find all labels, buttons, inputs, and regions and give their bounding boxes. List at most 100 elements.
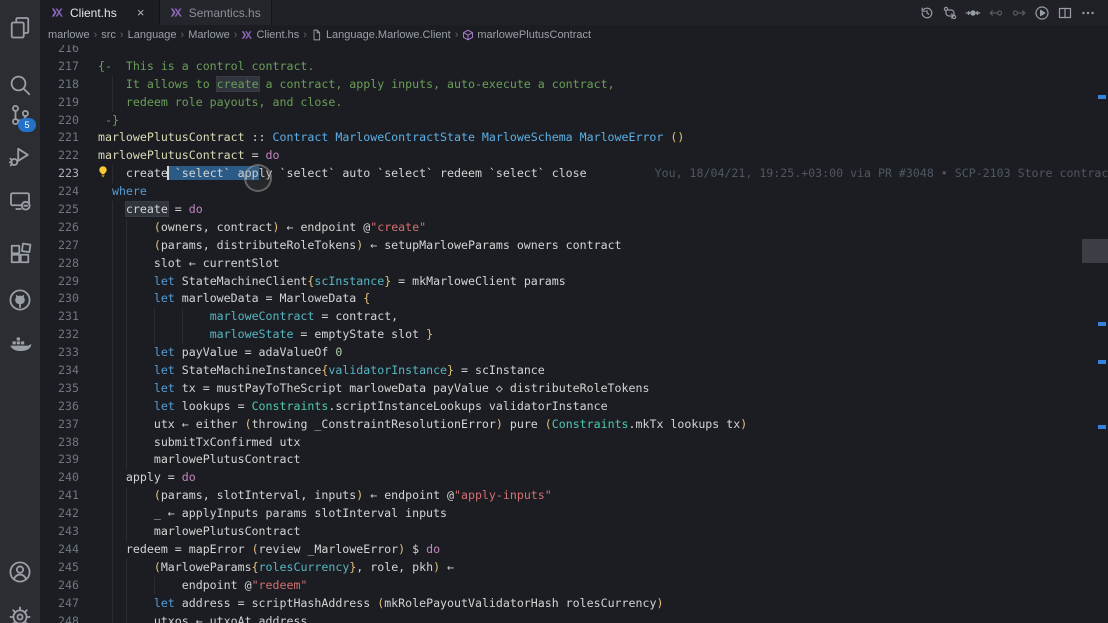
code-line-236[interactable]: 236 let lookups = Constraints.scriptInst…: [41, 397, 1108, 416]
code-token: let: [153, 273, 175, 288]
code-token: ly `select` auto `select` redeem `select…: [258, 166, 587, 181]
code-token: redeem role payouts, and close.: [98, 94, 343, 109]
indent-guide: [125, 218, 127, 237]
code-line-237[interactable]: 237 utx ← either (throwing _ConstraintRe…: [41, 415, 1108, 434]
code-token: = contract,: [314, 309, 399, 324]
indent-guide: [153, 326, 155, 345]
code-line-226[interactable]: 226 (owners, contract) ← endpoint @"crea…: [41, 218, 1108, 237]
code-line-234[interactable]: 234 let StateMachineInstance{validatorIn…: [41, 362, 1108, 380]
code-line-232[interactable]: 232 marloweState = emptyState slot }: [41, 326, 1108, 345]
activity-files-button[interactable]: [0, 7, 40, 47]
activity-run-debug-button[interactable]: [0, 136, 40, 176]
code-line-239[interactable]: 239 marlowePlutusContract: [41, 451, 1108, 470]
history-icon[interactable]: [919, 5, 935, 21]
tab-client-hs[interactable]: Client.hs ×: [41, 0, 160, 25]
activity-source-control-button[interactable]: 5: [0, 95, 40, 135]
open-changes-icon[interactable]: [965, 5, 981, 21]
git-compare-icon[interactable]: [942, 5, 958, 21]
breadcrumb-item-client-hs[interactable]: Client.hs: [241, 29, 299, 41]
indent-guide: [111, 558, 113, 577]
code-line-223[interactable]: 223 create `select` apply `select` auto …: [41, 165, 1108, 184]
code-token: Constraints: [551, 416, 629, 431]
code-line-227[interactable]: 227 (params, distributeRoleTokens) ← set…: [41, 236, 1108, 255]
code-token: (: [251, 541, 259, 556]
breadcrumb-item-marlowe[interactable]: Marlowe: [188, 29, 230, 41]
breadcrumb-item-marlowe[interactable]: marlowe: [48, 29, 90, 41]
code-line-225[interactable]: 225 create = do: [41, 201, 1108, 219]
previous-change-icon: [988, 5, 1004, 21]
code-line-241[interactable]: 241 (params, slotInterval, inputs) ← end…: [41, 487, 1108, 506]
code-line-243[interactable]: 243 marlowePlutusContract: [41, 523, 1108, 541]
code-line-235[interactable]: 235 let tx = mustPayToTheScript marloweD…: [41, 379, 1108, 398]
code-token: where: [111, 184, 147, 199]
code-token: {: [251, 559, 259, 574]
code-line-246[interactable]: 246 endpoint @"redeem": [41, 576, 1108, 595]
activity-account-button[interactable]: [0, 552, 40, 592]
breadcrumb-item-language-marlowe-client[interactable]: Language.Marlowe.Client: [311, 29, 451, 41]
code-line-224[interactable]: 224 where: [41, 183, 1108, 201]
line-number: 216: [58, 45, 79, 55]
code-line-221[interactable]: 221 marlowePlutusContract :: Contract Mar…: [41, 129, 1108, 147]
overview-ruler-mark: [1098, 322, 1106, 326]
code-line-238[interactable]: 238 submitTxConfirmed utx: [41, 433, 1108, 452]
code-token: marlowePlutusContract: [98, 524, 301, 539]
code-token: (: [153, 559, 161, 574]
code-line-242[interactable]: 242 _ ← applyInputs params slotInterval …: [41, 505, 1108, 524]
code-line-228[interactable]: 228 slot ← currentSlot: [41, 254, 1108, 273]
activity-extensions-button[interactable]: [0, 234, 40, 274]
code-token: = emptyState slot: [293, 327, 427, 342]
scrollbar-thumb[interactable]: [1082, 239, 1108, 263]
code-line-248[interactable]: 248 utxos ← utxoAt address: [41, 612, 1108, 623]
activity-bar: 5: [0, 0, 41, 623]
tab-semantics-hs[interactable]: Semantics.hs: [159, 0, 272, 25]
code-token: review _MarloweError: [258, 541, 399, 556]
breadcrumb-separator-icon: ›: [233, 29, 238, 41]
code-line-220[interactable]: 220 -}: [41, 112, 1108, 130]
code-editor[interactable]: 216 217 {- This is a control contract. 218 …: [41, 45, 1108, 623]
more-actions-icon[interactable]: [1080, 5, 1096, 21]
code-line-218[interactable]: 218 It allows to create a contract, appl…: [41, 75, 1108, 94]
code-token: Contract MarloweContractState MarloweSch…: [272, 130, 664, 145]
line-number: 221: [58, 130, 79, 145]
code-token: ← setupMarloweParams owners contract: [363, 237, 622, 252]
indent-guide: [111, 236, 113, 255]
code-line-233[interactable]: 233 let payValue = adaValueOf 0: [41, 344, 1108, 363]
code-line-245[interactable]: 245 (MarloweParams{rolesCurrency}, role,…: [41, 558, 1108, 577]
activity-docker-button[interactable]: [0, 322, 40, 362]
breadcrumb-separator-icon: ›: [454, 29, 459, 41]
code-line-230[interactable]: 230 let marloweData = MarloweData {: [41, 290, 1108, 309]
code-line-231[interactable]: 231 marloweContract = contract,: [41, 308, 1108, 327]
line-number: 222: [58, 148, 79, 163]
line-number: 236: [58, 398, 79, 413]
lightbulb-icon[interactable]: [96, 165, 110, 179]
code-token: .scriptInstanceLookups validatorInstance: [328, 398, 608, 413]
activity-remote-explorer-button[interactable]: [0, 180, 40, 220]
indent-guide: [125, 612, 127, 623]
search-icon: [8, 73, 32, 97]
code-line-229[interactable]: 229 let StateMachineClient{scInstance} =…: [41, 272, 1108, 291]
line-number: 223: [58, 166, 79, 181]
code-line-240[interactable]: 240 apply = do: [41, 469, 1108, 488]
close-tab-icon[interactable]: ×: [133, 6, 149, 19]
code-line-247[interactable]: 247 let address = scriptHashAddress (mkR…: [41, 594, 1108, 613]
code-token: let: [153, 595, 175, 610]
code-line-217[interactable]: 217 {- This is a control contract.: [41, 58, 1108, 76]
code-token: "create": [370, 219, 427, 234]
breadcrumb-item-marloweplutuscontract[interactable]: marlowePlutusContract: [462, 29, 591, 41]
code-line-244[interactable]: 244 redeem = mapError (review _MarloweEr…: [41, 540, 1108, 559]
code-line-216[interactable]: 216: [41, 45, 1108, 58]
code-token: create: [216, 76, 259, 91]
activity-settings-gear-button[interactable]: [0, 597, 40, 623]
breadcrumb-item-src[interactable]: src: [101, 29, 116, 41]
code-line-219[interactable]: 219 redeem role payouts, and close.: [41, 93, 1108, 112]
code-token: params, distributeRoleTokens: [160, 237, 357, 252]
code-token: (: [153, 488, 161, 503]
code-token: validatorInstance: [328, 363, 448, 378]
code-line-222[interactable]: 222 marlowePlutusContract = do: [41, 147, 1108, 165]
code-token: params, slotInterval, inputs: [160, 488, 357, 503]
line-number: 241: [58, 488, 79, 503]
run-icon[interactable]: [1034, 5, 1050, 21]
split-editor-icon[interactable]: [1057, 5, 1073, 21]
activity-github-button[interactable]: [0, 280, 40, 320]
breadcrumb-item-language[interactable]: Language: [128, 29, 177, 41]
